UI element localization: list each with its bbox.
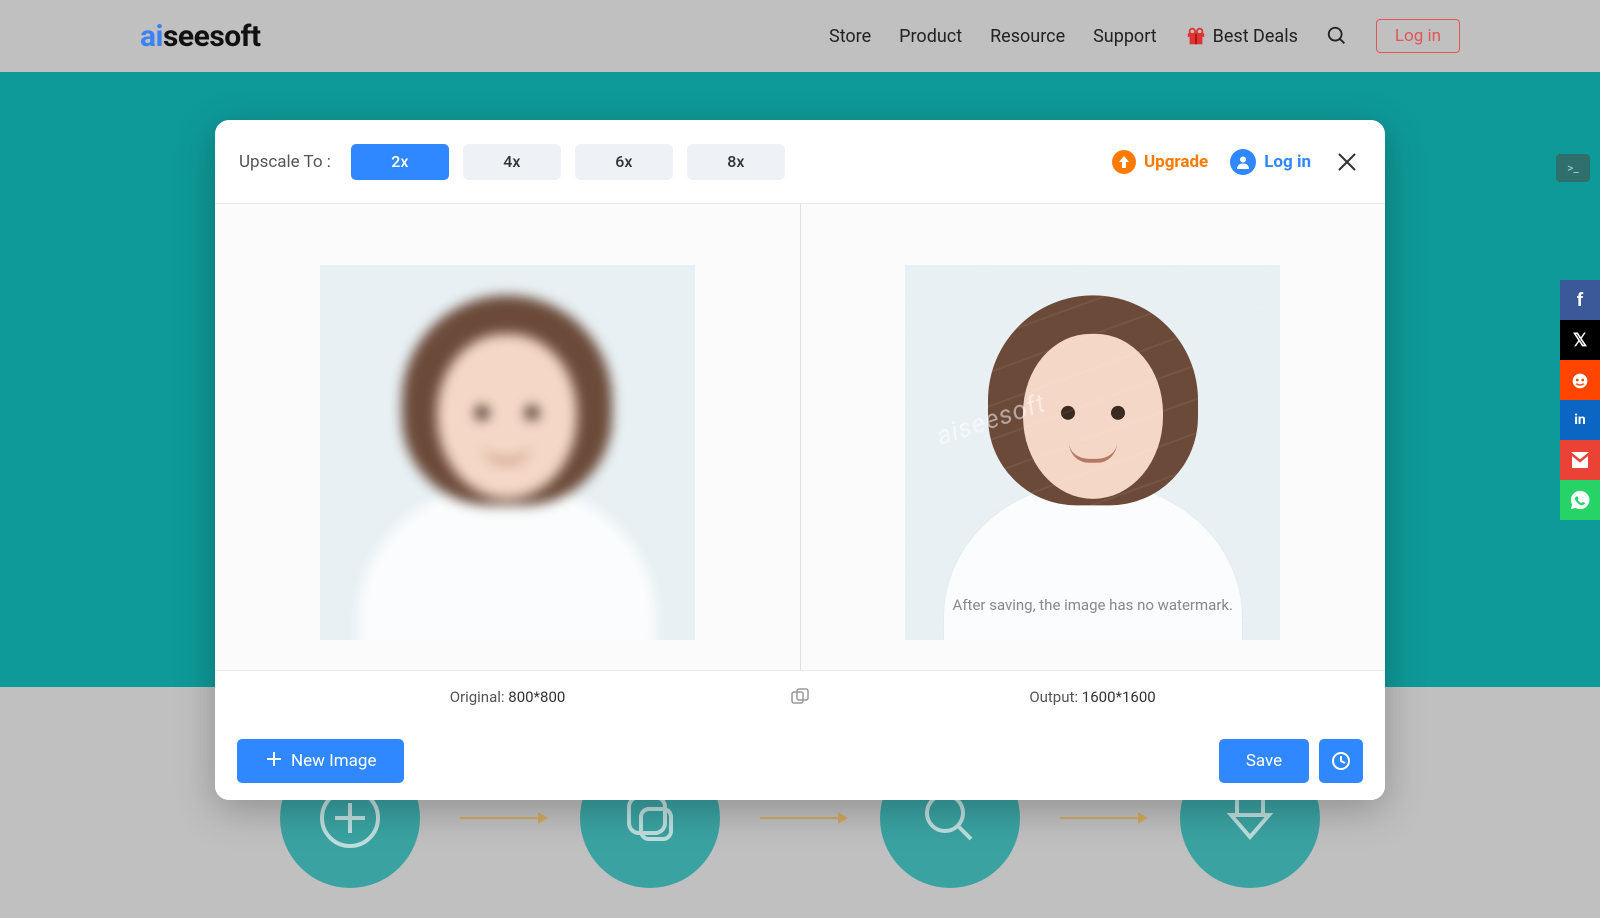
scale-options: 2x 4x 6x 8x [351,144,785,180]
share-whatsapp[interactable] [1560,480,1600,520]
login-button[interactable]: Log in [1376,19,1460,53]
compare-toggle-icon[interactable] [790,687,810,707]
modal-login-button[interactable]: Log in [1230,149,1311,175]
new-image-label: New Image [291,751,376,771]
nav-store[interactable]: Store [829,26,871,47]
social-share-bar: f 𝕏 in [1560,280,1600,520]
site-header: aiseesoft Store Product Resource Support… [0,0,1600,72]
share-reddit[interactable] [1560,360,1600,400]
modal-header-actions: Upgrade Log in [1112,148,1361,176]
gmail-icon [1569,452,1591,468]
scale-8x-button[interactable]: 8x [687,144,785,180]
original-preview [215,204,800,670]
modal-info-bar: Original: 800*800 Output: 1600*1600 [215,670,1385,722]
logo[interactable]: aiseesoft [140,19,261,54]
save-button[interactable]: Save [1219,739,1309,783]
output-label: Output: [1029,688,1078,706]
upscale-modal: Upscale To : 2x 4x 6x 8x Upgrade Log in [215,120,1385,800]
close-button[interactable] [1333,148,1361,176]
output-info: Output: 1600*1600 [800,688,1385,706]
best-deals-label: Best Deals [1213,26,1298,47]
arrow-icon [760,817,840,819]
share-gmail[interactable] [1560,440,1600,480]
plus-icon [265,750,283,773]
logo-rest: seesoft [163,19,261,54]
portrait-original [357,295,657,639]
share-x-twitter[interactable]: 𝕏 [1560,320,1600,360]
output-value: 1600*1600 [1082,688,1156,706]
whatsapp-icon [1569,489,1591,511]
upgrade-icon [1112,150,1136,174]
new-image-button[interactable]: New Image [237,739,404,783]
main-nav: Store Product Resource Support Best Deal… [829,19,1460,53]
modal-body: After saving, the image has no watermark… [215,204,1385,670]
scale-2x-button[interactable]: 2x [351,144,449,180]
arrow-icon [460,817,540,819]
nav-product[interactable]: Product [899,26,962,47]
output-image[interactable] [905,265,1280,640]
share-facebook[interactable]: f [1560,280,1600,320]
upscale-to-label: Upscale To : [239,152,331,172]
user-icon [1230,149,1256,175]
nav-support[interactable]: Support [1093,26,1157,47]
original-image[interactable] [320,265,695,640]
portrait-output [943,295,1243,639]
modal-login-label: Log in [1264,152,1311,172]
upgrade-label: Upgrade [1144,152,1208,172]
nav-best-deals[interactable]: Best Deals [1185,25,1298,47]
original-info: Original: 800*800 [215,688,800,706]
share-linkedin[interactable]: in [1560,400,1600,440]
arrow-icon [1060,817,1140,819]
history-button[interactable] [1319,739,1363,783]
search-icon[interactable] [1326,25,1348,47]
upgrade-button[interactable]: Upgrade [1112,150,1208,174]
output-preview: After saving, the image has no watermark… [801,204,1386,670]
original-label: Original: [450,688,505,706]
scale-4x-button[interactable]: 4x [463,144,561,180]
footer-actions: Save [1219,739,1363,783]
gift-icon [1185,25,1207,47]
logo-prefix: ai [140,19,163,54]
terminal-badge[interactable]: >_ [1556,154,1590,182]
original-value: 800*800 [508,688,565,706]
modal-header: Upscale To : 2x 4x 6x 8x Upgrade Log in [215,120,1385,204]
reddit-icon [1569,369,1591,391]
modal-footer: New Image Save [215,722,1385,800]
scale-6x-button[interactable]: 6x [575,144,673,180]
nav-resource[interactable]: Resource [990,26,1065,47]
watermark-note: After saving, the image has no watermark… [953,596,1233,614]
